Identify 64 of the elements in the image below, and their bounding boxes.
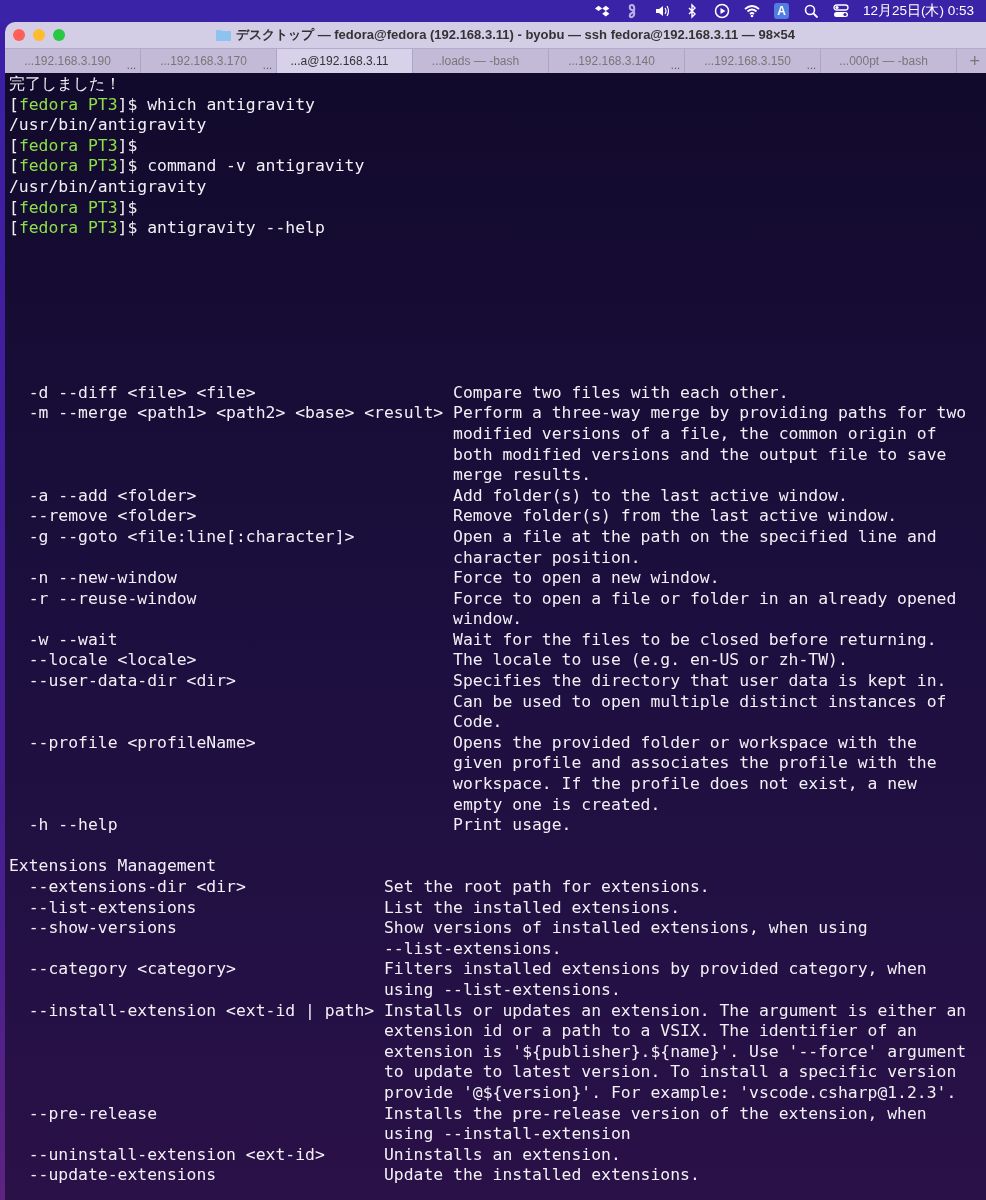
option-description: Installs the pre-release version of the extension, when using --install-extension (384, 1103, 927, 1145)
option-name: -w --wait (28, 629, 118, 651)
tab-overflow-indicator: ... (262, 59, 272, 71)
output-line: 完了しました！ (9, 74, 121, 95)
prompt-line: [fedora PT3]$ command -v antigravity (9, 156, 365, 177)
option-name: -g --goto <file:line[:character]> (28, 526, 355, 548)
option-description: Remove folder(s) from the last active window. (453, 506, 898, 527)
menu-bar-clock[interactable]: 12月25日(木) 0:53 (862, 2, 974, 20)
option-description: Opens the provided folder or workspace with the given profile and associates the profile with the workspace. If the profile does not exist, a new empty one is created. (453, 732, 937, 816)
control-center-icon[interactable] (832, 3, 849, 19)
option-name: -r --reuse-window (28, 588, 197, 610)
option-description: Print usage. (453, 815, 572, 836)
option-description: Uninstalls an extension. (384, 1144, 621, 1166)
prompt-line: [fedora PT3]$ (9, 135, 138, 157)
tab-overflow-indicator: ... (806, 59, 816, 71)
option-description: Add folder(s) to the last active window. (453, 485, 848, 507)
output-line: /usr/bin/antigravity (9, 115, 207, 136)
tab-overflow-indicator: ... (670, 59, 680, 71)
option-name: --profile <profileName> (28, 732, 256, 754)
option-name: --category <category> (28, 959, 236, 981)
option-name: --remove <folder> (28, 506, 197, 527)
option-description: Compare two files with each other. (453, 382, 789, 404)
option-description: Installs or updates an extension. The argument is either an extension id or a path to a VSIX. The identifier of an extension is '${publisher}.${name}'. Use '--force' argument to update to latest version. To install a specific version provide '@${version}'. For example: 'vscode.csharp@1.2.3'. (384, 1000, 967, 1104)
output-line: /usr/bin/antigravity (9, 176, 207, 198)
option-description: Wait for the files to be closed before returning. (453, 629, 937, 651)
option-name: --update-extensions (28, 1165, 217, 1186)
option-description: Show versions of installed extensions, when using --list-extensions. (384, 918, 868, 960)
option-name: --user-data-dir <dir> (28, 671, 236, 693)
prompt-line: [fedora PT3]$ antigravity --help (9, 218, 325, 239)
volume-icon[interactable] (654, 3, 671, 19)
option-name: -d --diff <file> <file> (28, 382, 256, 404)
input-source-indicator[interactable]: A (774, 3, 789, 19)
folder-icon (216, 29, 232, 41)
prompt-line: [fedora PT3]$ (9, 197, 138, 219)
dropbox-icon[interactable] (594, 3, 611, 19)
option-name: --locale <locale> (28, 650, 197, 672)
window-title: デスクトップ — fedora@fedora (192.168.3.11) - byobu — ssh fedora@192.168.3.11 — 98×54 (236, 26, 795, 44)
option-description: Specifies the directory that user data is kept in. Can be used to open multiple distinct instances of Code. (453, 671, 947, 733)
option-description: Set the root path for extensions. (384, 877, 710, 898)
option-description: Update the installed extensions. (384, 1165, 700, 1186)
option-description: The locale to use (e.g. en-US or zh-TW). (453, 650, 848, 672)
wifi-icon[interactable] (744, 3, 761, 19)
tab-overflow-indicator: ... (126, 59, 136, 71)
option-description: List the installed extensions. (384, 897, 681, 919)
search-icon[interactable] (802, 3, 819, 19)
option-description: Filters installed extensions by provided category, when using --list-extensions. (384, 959, 927, 1001)
terminal-tab[interactable]: ...a@192.168.3.11 (277, 49, 413, 73)
option-name: -h --help (28, 815, 118, 836)
option-name: -m --merge <path1> <path2> <base> <result> (28, 403, 444, 425)
option-name: --uninstall-extension <ext-id> (28, 1144, 325, 1166)
option-description: Perform a three-way merge by providing paths for two modified versions of a file, the common origin of both modified versions and the output file to save merge results. (453, 403, 967, 486)
option-name: --list-extensions (28, 897, 197, 919)
play-icon[interactable] (714, 3, 731, 19)
option-name: --install-extension <ext-id | path> (28, 1000, 375, 1022)
option-description: Open a file at the path on the specified line and character position. (453, 526, 937, 569)
section-heading: Extensions Management (9, 856, 217, 877)
option-name: --extensions-dir <dir> (28, 877, 246, 898)
option-name: -a --add <folder> (28, 485, 197, 507)
option-description: Force to open a file or folder in an already opened window. (453, 588, 957, 630)
prompt-line: [fedora PT3]$ which antigravity (9, 94, 315, 116)
option-name: --show-versions (28, 918, 177, 940)
option-name: --pre-release (28, 1103, 158, 1125)
option-name: -n --new-window (28, 568, 177, 589)
option-description: Force to open a new window. (453, 568, 720, 589)
